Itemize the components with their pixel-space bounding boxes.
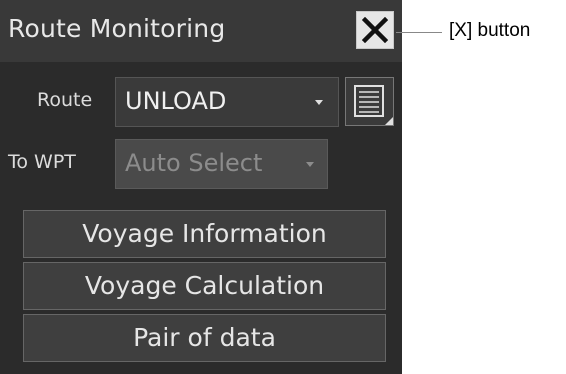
- to-wpt-select-value: Auto Select: [125, 149, 263, 177]
- pair-of-data-button[interactable]: Pair of data: [23, 314, 386, 362]
- voyage-information-button[interactable]: Voyage Information: [23, 210, 386, 258]
- to-wpt-label: To WPT: [8, 151, 76, 173]
- to-wpt-select[interactable]: Auto Select: [115, 139, 328, 189]
- list-icon: [354, 85, 393, 125]
- panel-title: Route Monitoring: [8, 14, 226, 43]
- route-select-value: UNLOAD: [125, 87, 227, 115]
- route-list-button[interactable]: [345, 77, 394, 126]
- route-label: Route: [37, 89, 93, 111]
- route-monitoring-panel: Route Monitoring Route UNLOAD To WPT Aut…: [0, 0, 402, 374]
- close-button-callout: [X] button: [449, 20, 531, 41]
- chevron-down-icon: [315, 100, 323, 105]
- route-select[interactable]: UNLOAD: [115, 77, 339, 127]
- voyage-calculation-button[interactable]: Voyage Calculation: [23, 262, 386, 310]
- close-icon: [362, 17, 388, 43]
- callout-line: [396, 32, 442, 33]
- title-bar: Route Monitoring: [0, 0, 402, 62]
- chevron-down-icon: [306, 162, 314, 167]
- close-button[interactable]: [356, 11, 394, 49]
